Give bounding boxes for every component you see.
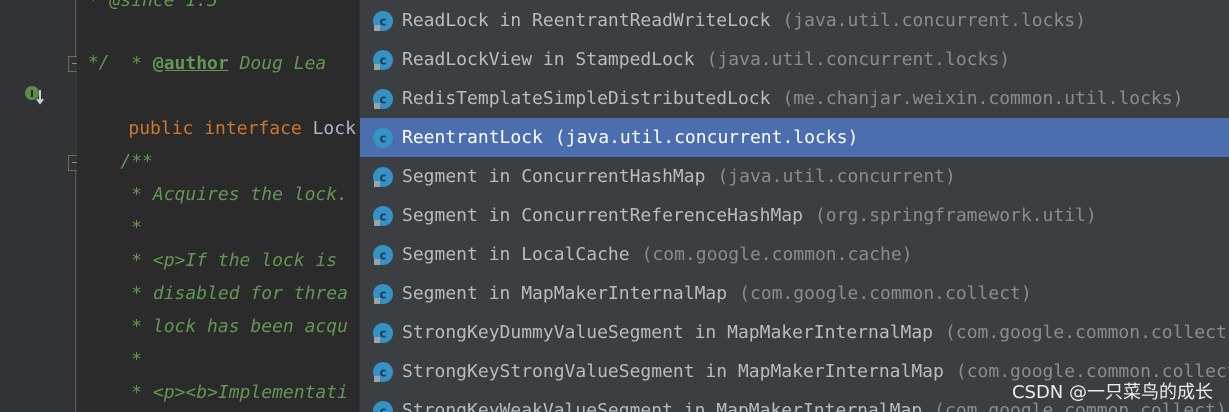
popup-item-package: (org.springframework.util) (814, 205, 1097, 226)
implementations-popup[interactable]: c ReadLock in ReentrantReadWriteLock (java… (359, 0, 1229, 412)
popup-item[interactable]: c Segment in ConcurrentHashMap (java.util.… (360, 157, 1229, 196)
popup-item-package: (com.google.common.cache) (641, 244, 913, 265)
keyword: public interface (128, 118, 313, 139)
doc-text: Doug Lea (228, 53, 327, 74)
popup-item-name: ReadLockView in StampedLock (402, 49, 695, 70)
code-line: /** (77, 151, 153, 172)
svg-text:c: c (379, 248, 386, 262)
popup-item-package: (java.util.concurrent.locks) (782, 10, 1086, 31)
fold-guide (75, 0, 76, 56)
popup-item-name: StrongKeyWeakValueSegment in MapMakerInt… (402, 400, 923, 412)
popup-item-package: (java.util.concurrent.locks) (706, 49, 1011, 70)
watermark: CSDN @一只菜鸟的成长 (1011, 382, 1213, 403)
class-icon: c (373, 166, 393, 187)
code-line: * (77, 217, 143, 238)
svg-text:c: c (379, 131, 386, 145)
popup-item-name: ReadLock in ReentrantReadWriteLock (402, 10, 771, 31)
code-line: public interface Lock { (85, 79, 359, 139)
class-icon: c (373, 127, 393, 148)
popup-item-name: Segment in ConcurrentReferenceHashMap (402, 205, 803, 226)
class-icon: c (373, 283, 393, 304)
editor-gutter (0, 0, 76, 412)
popup-item[interactable]: c Segment in MapMakerInternalMap (com.goog… (360, 274, 1229, 313)
popup-item[interactable]: c ReadLockView in StampedLock (java.util.c… (360, 40, 1229, 79)
popup-item-package: (java.util.concurrent.locks) (554, 127, 859, 148)
popup-item[interactable]: c StrongKeyDummyValueSegment in MapMakerI… (360, 313, 1229, 352)
svg-text:c: c (379, 170, 386, 184)
svg-text:c: c (379, 92, 386, 106)
code-line: * <p>If the lock is (77, 250, 338, 271)
class-icon: c (373, 322, 393, 343)
popup-item-name: Segment in ConcurrentHashMap (402, 166, 706, 187)
svg-text:I: I (30, 89, 34, 100)
popup-item[interactable]: c ReadLock in ReentrantReadWriteLock (java… (360, 1, 1229, 40)
svg-text:c: c (379, 209, 386, 223)
popup-item[interactable]: c Segment in ConcurrentReferenceHashMap (o… (360, 196, 1229, 235)
code-line: * Acquires the lock. (77, 184, 348, 205)
popup-item[interactable]: c RedisTemplateSimpleDistributedLock (me.c… (360, 79, 1229, 118)
svg-text:c: c (379, 53, 386, 67)
class-icon: c (373, 88, 393, 109)
popup-item-name: StrongKeyStrongValueSegment in MapMakerI… (402, 361, 944, 382)
interface-name: Lock { (312, 118, 356, 139)
popup-item-name: RedisTemplateSimpleDistributedLock (402, 88, 771, 109)
class-icon: c (373, 205, 393, 226)
code-line: */ (77, 52, 110, 73)
code-line: * @author Doug Lea (77, 14, 326, 74)
svg-text:c: c (379, 14, 386, 28)
svg-text:c: c (379, 287, 386, 301)
popup-item[interactable]: c Segment in LocalCache (com.google.common… (360, 235, 1229, 274)
popup-item[interactable]: c ReentrantLock (java.util.concurrent.lock… (360, 118, 1229, 157)
popup-item-package: (com.google.common.collect) (945, 322, 1229, 343)
class-icon: c (373, 10, 393, 31)
svg-text:c: c (379, 326, 386, 340)
code-line: * disabled for threa (77, 283, 348, 304)
class-icon: c (373, 400, 393, 412)
doc-prefix: * (120, 53, 153, 74)
popup-item-name: Segment in LocalCache (402, 244, 630, 265)
svg-text:c: c (379, 365, 386, 379)
code-line: * (77, 349, 143, 370)
javadoc-tag: @author (152, 53, 229, 74)
class-icon: c (373, 49, 393, 70)
code-line: * lock has been acqu (77, 316, 348, 337)
popup-item-package: (java.util.concurrent) (717, 166, 956, 187)
popup-item-package: (com.google.common.collect) (739, 283, 1032, 304)
popup-item-package: (me.chanjar.weixin.common.util.locks) (782, 88, 1184, 109)
class-icon: c (373, 361, 393, 382)
fold-guide (75, 171, 76, 412)
popup-item-name: Segment in MapMakerInternalMap (402, 283, 728, 304)
implemented-by-icon[interactable]: I (24, 85, 44, 105)
popup-item-name: ReentrantLock (402, 127, 543, 148)
svg-text:c: c (379, 404, 386, 412)
class-icon: c (373, 244, 393, 265)
code-editor[interactable]: * @since 1.5 * @author Doug Lea */ publi… (77, 0, 359, 412)
popup-item-name: StrongKeyDummyValueSegment in MapMakerIn… (402, 322, 934, 343)
code-line: * <p><b>Implementati (77, 382, 348, 403)
